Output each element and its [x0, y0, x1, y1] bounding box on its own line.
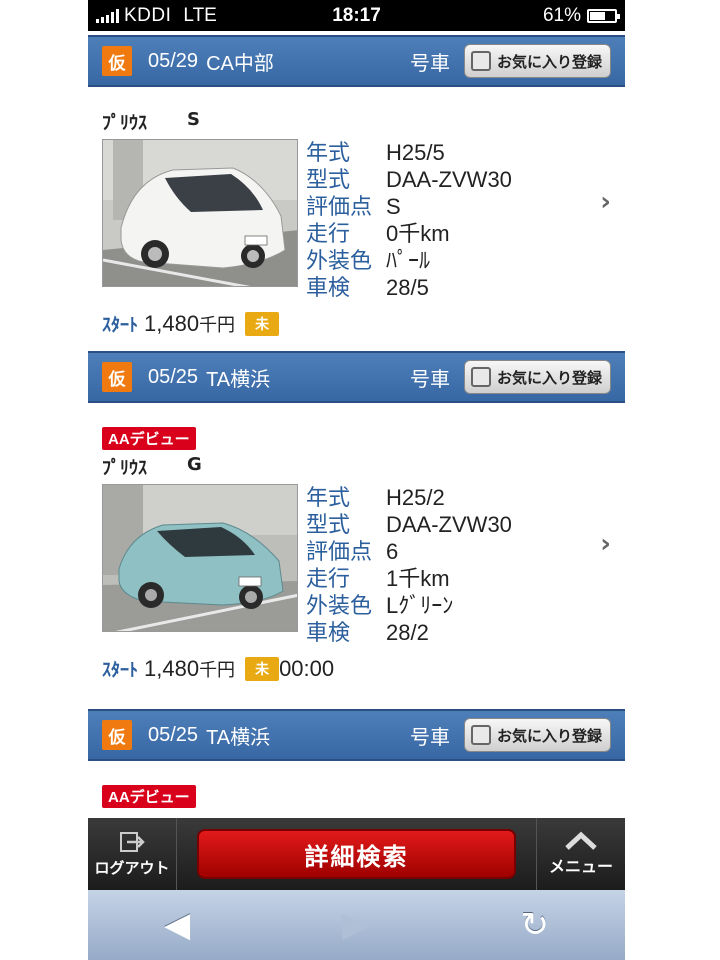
grade: S [187, 109, 200, 130]
status-badge: 未 [245, 657, 280, 681]
spec-value: DAA-ZVW30 [386, 512, 512, 537]
vehicle-listing[interactable]: ﾌﾟﾘｳｽ S 年式 H25/5 型式 DAA-ZVW30 評価点 S 走行 0… [88, 87, 625, 351]
lot-venue: TA横浜 [206, 368, 271, 391]
status-bar: KDDI LTE 18:17 61% [88, 0, 625, 31]
spec-key: 評価点 [306, 539, 373, 564]
price-unit: 千円 [199, 660, 236, 680]
spec-value: S [386, 194, 401, 219]
spec-value: 6 [386, 539, 399, 564]
chevron-right-icon[interactable]: › [600, 187, 611, 217]
model-name: ﾌﾟﾘｳｽ [102, 458, 147, 479]
reload-icon[interactable]: ↻ [520, 905, 549, 945]
network-label: LTE [183, 4, 217, 26]
spec-value: H25/2 [386, 485, 445, 510]
lot-header: 仮 05/29 CA中部 号車 お気に入り登録 [88, 35, 625, 87]
model-name: ﾌﾟﾘｳｽ [102, 113, 147, 134]
spec-value: DAA-ZVW30 [386, 167, 512, 192]
lot-date: 05/25 [148, 365, 199, 388]
vehicle-title: ﾌﾟﾘｳｽ S [102, 109, 611, 135]
spec-value: H25/5 [386, 140, 445, 165]
browser-toolbar: ◀ ▶ ↻ [88, 890, 625, 960]
menu-label: メニュー [548, 857, 613, 876]
aa-debut-badge: AAデビュー [102, 785, 196, 808]
advanced-search-label: 詳細検索 [304, 842, 409, 871]
logout-label: ログアウト [94, 858, 170, 877]
logout-icon [120, 831, 145, 852]
provisional-badge: 仮 [102, 720, 132, 750]
spec-key: 外装色 [306, 593, 373, 618]
signal-icon [96, 8, 119, 23]
vehicle-title: ﾌﾟﾘｳｽ G [102, 454, 611, 480]
start-price: 1,480 [144, 311, 200, 336]
carrier-label: KDDI [124, 4, 172, 26]
lot-venue: CA中部 [206, 52, 274, 75]
car-number: 号車 [409, 368, 450, 391]
lot-header: 仮 05/25 TA横浜 号車 お気に入り登録 [88, 709, 625, 761]
spec-value: 28/2 [386, 620, 429, 645]
menu-button[interactable]: メニュー [536, 818, 625, 890]
car-photo[interactable] [102, 484, 298, 632]
spec-key: 車検 [306, 620, 351, 645]
battery-percent: 61% [542, 4, 581, 26]
favorite-button[interactable]: お気に入り登録 [463, 718, 611, 752]
spec-key: 型式 [306, 512, 351, 537]
spec-value: 0千km [386, 221, 450, 246]
spec-table: 年式 H25/2 型式 DAA-ZVW30 評価点 6 走行 1千km 外装色 Lｸﾞﾘｰ… [306, 484, 512, 646]
provisional-badge: 仮 [102, 362, 132, 392]
spec-value: 28/5 [386, 275, 429, 300]
spec-key: 評価点 [306, 194, 373, 219]
spec-value: 1千km [386, 566, 450, 591]
favorite-label: お気に入り登録 [496, 369, 602, 387]
spec-key: 外装色 [306, 248, 373, 273]
price-unit: 千円 [199, 315, 236, 335]
spec-value: ﾊﾟｰﾙ [386, 248, 431, 273]
favorite-button[interactable]: お気に入り登録 [463, 44, 611, 78]
spec-key: 年式 [306, 485, 351, 510]
forward-arrow-icon[interactable]: ▶ [342, 905, 368, 945]
chevron-up-icon [565, 831, 597, 850]
provisional-badge: 仮 [102, 46, 132, 76]
lot-date: 05/29 [148, 49, 199, 72]
lot-header: 仮 05/25 TA横浜 号車 お気に入り登録 [88, 351, 625, 403]
price-row: ｽﾀｰﾄ 1,480 千円 未 00:00 [102, 656, 611, 682]
spec-table: 年式 H25/5 型式 DAA-ZVW30 評価点 S 走行 0千km 外装色 ﾊﾟｰﾙ … [306, 139, 512, 301]
logout-button[interactable]: ログアウト [88, 818, 177, 890]
lot-date: 05/25 [148, 723, 199, 746]
chevron-right-icon[interactable]: › [600, 529, 611, 559]
bottom-toolbar: ログアウト 詳細検索 メニュー [88, 818, 625, 890]
spec-key: 走行 [306, 221, 351, 246]
phone-screen: KDDI LTE 18:17 61% 仮 05/29 CA中部 号車 お気に入り… [88, 0, 625, 960]
battery-icon [587, 8, 620, 23]
advanced-search-button[interactable]: 詳細検索 [197, 829, 516, 879]
start-price: 1,480 [144, 656, 200, 681]
aa-debut-badge: AAデビュー [102, 427, 196, 450]
spec-key: 年式 [306, 140, 351, 165]
back-arrow-icon[interactable]: ◀ [164, 905, 190, 945]
grade: G [187, 454, 202, 475]
car-photo[interactable] [102, 139, 298, 287]
car-number: 号車 [409, 52, 450, 75]
spec-key: 走行 [306, 566, 351, 591]
lot-venue: TA横浜 [206, 726, 271, 749]
car-number: 号車 [409, 726, 450, 749]
spec-key: 型式 [306, 167, 351, 192]
start-label: ｽﾀｰﾄ [102, 315, 138, 335]
spec-key: 車検 [306, 275, 351, 300]
checkbox-icon [470, 367, 491, 387]
vehicle-listing[interactable]: AAデビュー [88, 761, 625, 808]
vehicle-listing[interactable]: AAデビュー ﾌﾟﾘｳｽ G 年式 H25/2 型式 DAA-ZVW30 評価点… [88, 403, 625, 709]
price-row: ｽﾀｰﾄ 1,480 千円 未 [102, 311, 611, 337]
favorite-button[interactable]: お気に入り登録 [463, 360, 611, 394]
status-badge: 未 [245, 312, 280, 336]
auction-time: 00:00 [279, 656, 335, 681]
checkbox-icon [470, 725, 491, 745]
checkbox-icon [470, 51, 491, 71]
favorite-label: お気に入り登録 [496, 727, 602, 745]
favorite-label: お気に入り登録 [496, 53, 602, 71]
spec-value: Lｸﾞﾘｰﾝ [386, 593, 454, 618]
start-label: ｽﾀｰﾄ [102, 660, 138, 680]
